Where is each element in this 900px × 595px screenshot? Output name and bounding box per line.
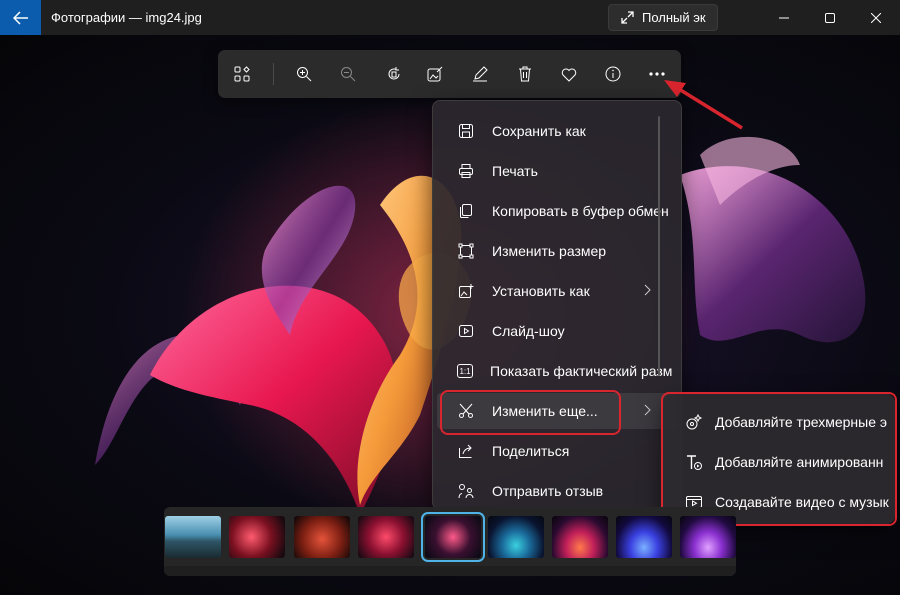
menu-item-share[interactable]: Поделиться xyxy=(437,433,677,469)
maximize-button[interactable] xyxy=(807,0,853,35)
print-icon xyxy=(457,162,475,180)
thumbnail[interactable] xyxy=(165,516,221,558)
rotate-button[interactable] xyxy=(382,62,406,86)
back-button[interactable] xyxy=(0,0,41,35)
feedback-icon xyxy=(457,482,475,500)
resize-icon xyxy=(457,242,475,260)
edit-image-icon xyxy=(427,66,443,82)
toolbar-divider xyxy=(273,63,274,85)
window-title: Фотографии — img24.jpg xyxy=(51,10,202,25)
thumbnail[interactable] xyxy=(680,516,736,558)
menu-item-feedback[interactable]: Отправить отзыв xyxy=(437,473,677,509)
zoom-in-icon xyxy=(297,67,312,82)
maximize-icon xyxy=(825,12,835,23)
set-as-icon xyxy=(457,282,475,300)
menu-item-label: Показать фактический разм xyxy=(490,363,673,379)
zoom-in-button[interactable] xyxy=(292,62,316,86)
delete-icon xyxy=(519,66,531,82)
menu-item-label: Установить как xyxy=(492,283,590,299)
info-icon xyxy=(605,66,621,82)
thumbnail[interactable] xyxy=(229,516,285,558)
highlight-edit-more xyxy=(440,390,621,435)
copy-icon xyxy=(457,202,475,220)
menu-item-copy[interactable]: Копировать в буфер обмен xyxy=(437,193,677,229)
menu-item-label: Поделиться xyxy=(492,443,570,459)
menu-item-actual-size[interactable]: 1:1 Показать фактический разм xyxy=(437,353,677,389)
thumbnail-selected[interactable] xyxy=(421,512,485,562)
save-icon xyxy=(457,122,475,140)
chevron-right-icon xyxy=(644,404,651,416)
menu-item-label: Изменить размер xyxy=(492,243,607,259)
actual-size-glyph: 1:1 xyxy=(459,366,471,376)
title-bar: Фотографии — img24.jpg Полный эк xyxy=(0,0,900,35)
menu-item-label: Копировать в буфер обмен xyxy=(492,203,669,219)
arrow-left-icon xyxy=(12,10,28,25)
thumbnail[interactable] xyxy=(358,516,414,558)
slideshow-icon xyxy=(457,322,475,340)
rotate-icon xyxy=(388,67,400,80)
edit-image-button[interactable] xyxy=(423,62,447,86)
info-button[interactable] xyxy=(601,62,625,86)
zoom-out-button[interactable] xyxy=(336,62,360,86)
menu-item-save-as[interactable]: Сохранить как xyxy=(437,113,677,149)
actual-size-icon: 1:1 xyxy=(457,364,473,378)
fullscreen-label: Полный эк xyxy=(642,10,706,25)
menu-item-label: Сохранить как xyxy=(492,123,586,139)
filmstrip-scroll-track[interactable] xyxy=(164,566,736,576)
expand-icon xyxy=(621,11,634,24)
menu-item-set-as[interactable]: Установить как xyxy=(437,273,677,309)
fullscreen-button[interactable]: Полный эк xyxy=(608,4,718,31)
menu-scrollbar[interactable] xyxy=(658,116,660,376)
thumbnail[interactable] xyxy=(488,516,544,558)
gallery-icon xyxy=(234,66,250,82)
chevron-right-icon xyxy=(644,284,651,296)
draw-button[interactable] xyxy=(468,62,492,86)
favorite-button[interactable] xyxy=(557,62,581,86)
image-toolbar xyxy=(218,50,681,98)
menu-item-print[interactable]: Печать xyxy=(437,153,677,189)
gallery-button[interactable] xyxy=(230,62,254,86)
menu-item-label: Отправить отзыв xyxy=(492,483,604,499)
thumbnail[interactable] xyxy=(616,516,672,558)
draw-icon xyxy=(473,66,488,82)
menu-item-label: Слайд-шоу xyxy=(492,323,565,339)
close-button[interactable] xyxy=(853,0,899,35)
close-icon xyxy=(871,12,881,23)
thumbnail[interactable] xyxy=(294,516,350,558)
share-icon xyxy=(457,442,475,460)
thumbnail[interactable] xyxy=(552,516,608,558)
menu-item-slideshow[interactable]: Слайд-шоу xyxy=(437,313,677,349)
menu-item-resize[interactable]: Изменить размер xyxy=(437,233,677,269)
zoom-out-icon xyxy=(341,67,356,82)
favorite-icon xyxy=(561,68,577,82)
minimize-button[interactable] xyxy=(761,0,807,35)
filmstrip xyxy=(164,507,736,576)
menu-item-label: Печать xyxy=(492,163,538,179)
more-options-menu: Сохранить как Печать Копировать в буфер … xyxy=(432,100,682,510)
highlight-submenu xyxy=(661,392,897,526)
delete-button[interactable] xyxy=(513,62,537,86)
minimize-icon xyxy=(779,17,789,18)
